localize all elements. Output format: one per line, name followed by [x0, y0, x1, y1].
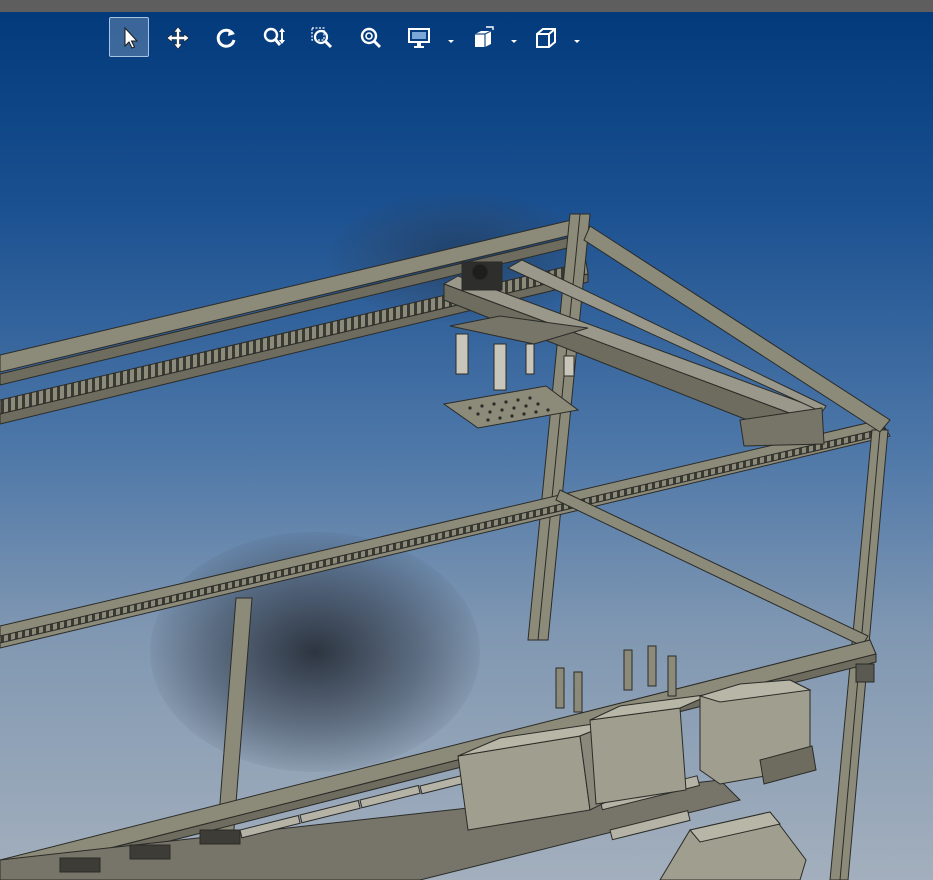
3d-viewport[interactable] [0, 12, 933, 880]
arrow-pointer-icon [124, 26, 139, 49]
side-brace [555, 489, 869, 647]
zoom-updown-icon [263, 27, 285, 46]
zoom-window-icon [311, 27, 333, 49]
projection-dropdown[interactable] [572, 33, 582, 43]
rotate-tool-button[interactable] [205, 17, 245, 57]
monitor-icon [408, 28, 430, 48]
zoom-window-button[interactable] [301, 17, 341, 57]
display-mode-dropdown[interactable] [446, 33, 456, 43]
projection-button[interactable] [525, 17, 565, 57]
zoom-fit-button[interactable] [350, 17, 390, 57]
move-arrows-icon [166, 26, 190, 50]
zoom-fit-icon [360, 27, 382, 49]
title-bar [0, 0, 933, 12]
cube-views-icon [475, 26, 494, 47]
rotate-icon [216, 28, 236, 48]
caret-down-icon [574, 40, 580, 43]
view-orientation-dropdown[interactable] [509, 33, 519, 43]
view-orientation-button[interactable] [462, 17, 502, 57]
wire-cube-icon [536, 28, 556, 48]
cylinder-2 [493, 343, 507, 391]
zoom-tool-button[interactable] [253, 17, 293, 57]
cad-model[interactable] [0, 12, 933, 880]
pan-tool-button[interactable] [157, 17, 197, 57]
select-tool-button[interactable] [109, 17, 149, 57]
display-mode-button[interactable] [398, 17, 438, 57]
caret-down-icon [448, 40, 454, 43]
caret-down-icon [511, 40, 517, 43]
cylinder-1 [455, 333, 469, 375]
